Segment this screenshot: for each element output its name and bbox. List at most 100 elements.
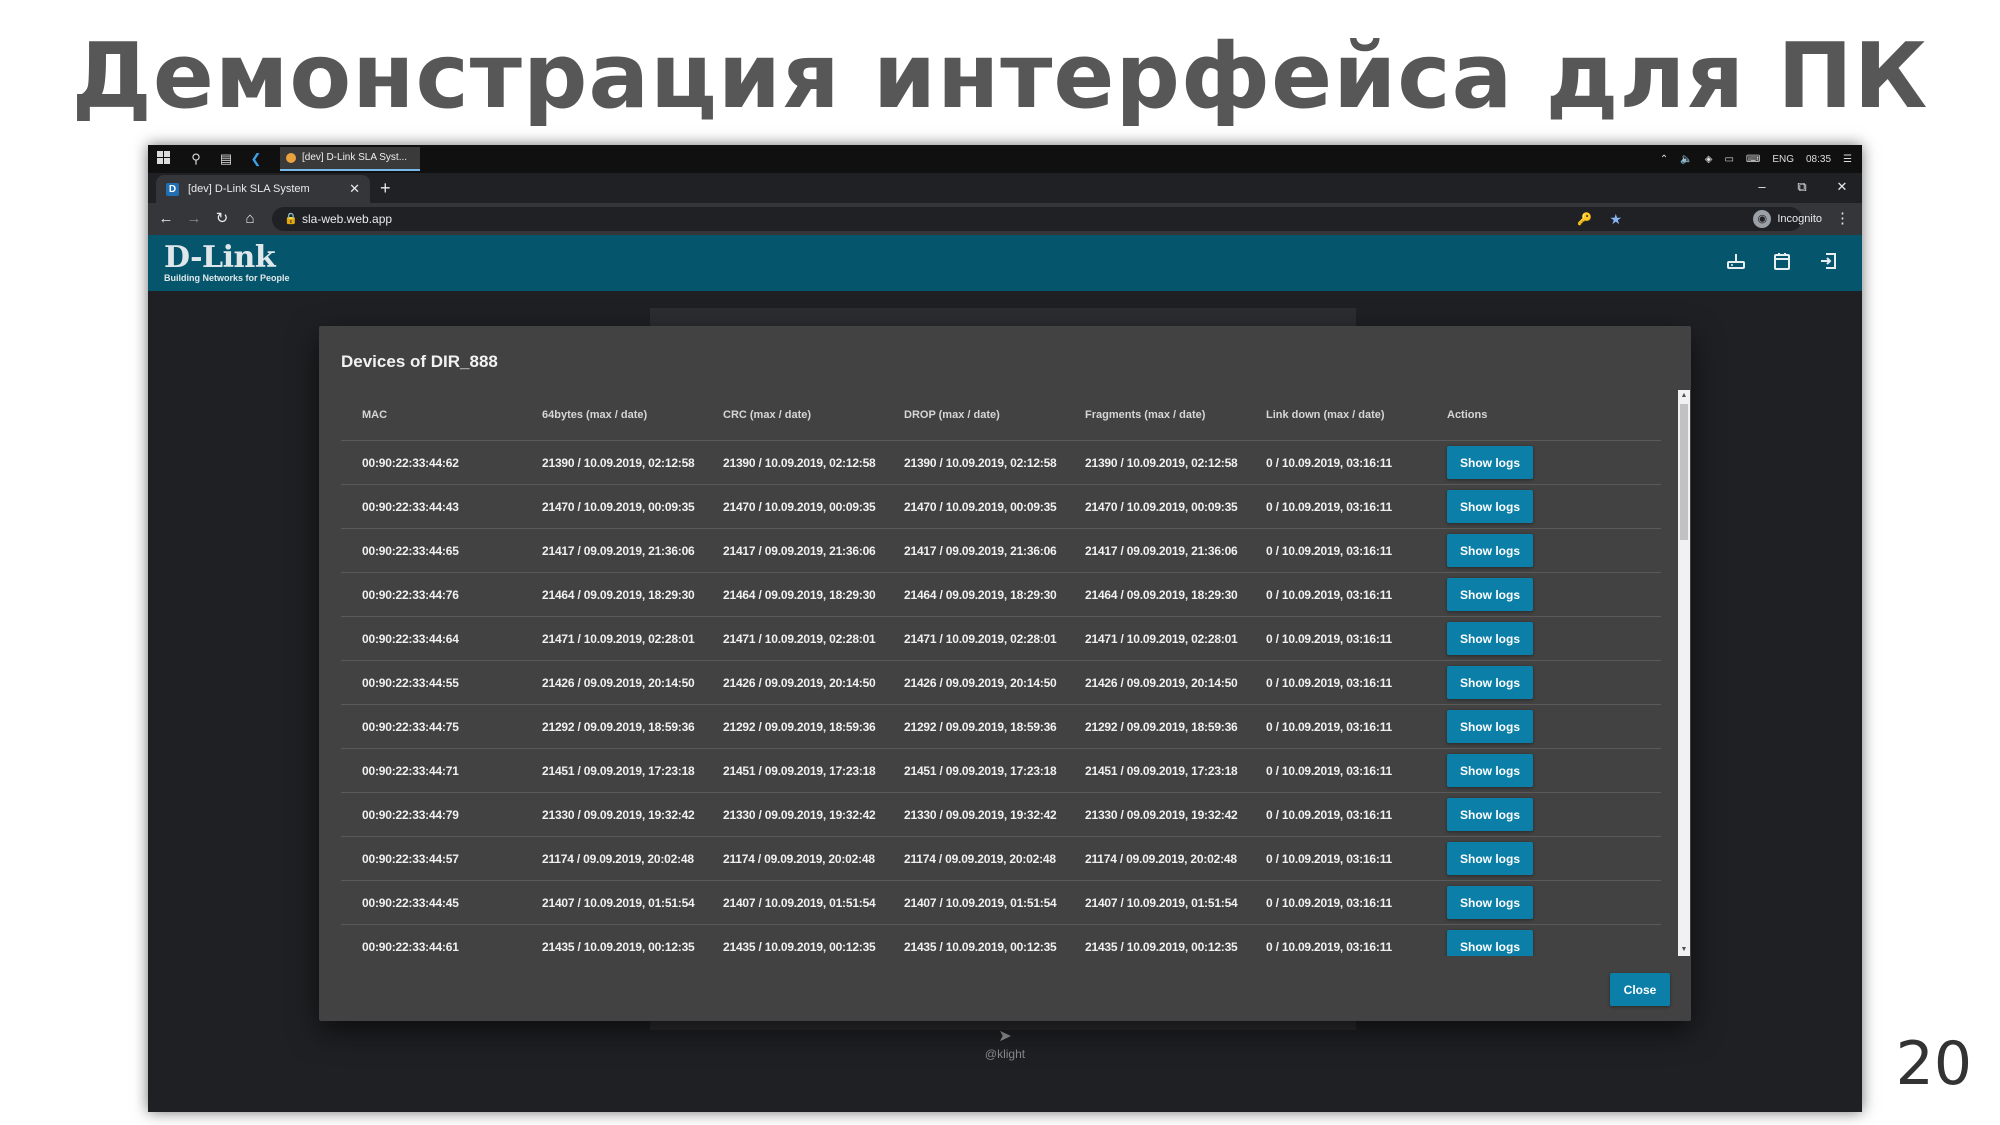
cell-fragments: 21407 / 10.09.2019, 01:51:54 [1064,880,1245,925]
cell-bytes64: 21435 / 10.09.2019, 00:12:35 [521,924,702,956]
search-icon[interactable]: ⚲ [188,151,204,167]
close-button[interactable]: Close [1610,973,1670,1006]
close-tab-icon[interactable]: ✕ [349,175,360,203]
cell-crc: 21464 / 09.09.2019, 18:29:30 [702,572,883,617]
display-icon[interactable]: ▭ [1724,154,1733,165]
footer: ➤ @klight [940,1027,1070,1061]
incognito-label: Incognito [1777,213,1822,225]
show-logs-button[interactable]: Show logs [1447,446,1533,479]
cell-drop: 21407 / 10.09.2019, 01:51:54 [883,880,1064,925]
minimize-icon[interactable]: – [1742,175,1782,199]
devices-table-container: MAC 64bytes (max / date) CRC (max / date… [341,390,1661,956]
cell-drop: 21417 / 09.09.2019, 21:36:06 [883,528,1064,573]
cell-link-down: 0 / 10.09.2019, 03:16:11 [1245,748,1426,793]
key-icon[interactable]: 🔑 [1577,207,1592,231]
show-logs-button[interactable]: Show logs [1447,754,1533,787]
close-window-icon[interactable]: ✕ [1822,175,1862,199]
incognito-indicator[interactable]: ◉ Incognito [1751,207,1822,231]
cell-mac: 00:90:22:33:44:57 [341,836,521,881]
column-header[interactable]: Fragments (max / date) [1064,390,1245,441]
back-icon[interactable]: ← [156,210,176,228]
new-tab-icon[interactable]: + [380,178,391,198]
dlink-logo[interactable]: D-Link Building Networks for People [164,241,290,284]
cell-fragments: 21451 / 09.09.2019, 17:23:18 [1064,748,1245,793]
cell-drop: 21471 / 10.09.2019, 02:28:01 [883,616,1064,661]
cell-fragments: 21426 / 09.09.2019, 20:14:50 [1064,660,1245,705]
cell-fragments: 21435 / 10.09.2019, 00:12:35 [1064,924,1245,956]
cell-crc: 21471 / 10.09.2019, 02:28:01 [702,616,883,661]
column-header[interactable]: CRC (max / date) [702,390,883,441]
volume-icon[interactable]: 🔈 [1680,154,1692,165]
language-indicator[interactable]: ENG [1772,154,1794,165]
windows-taskbar: ⚲ ▤ ❮ [dev] D-Link SLA Syst... ⌃ 🔈 ◈ ▭ ⌨… [148,145,1862,173]
dlink-favicon-icon: D [166,183,179,196]
table-row: 00:90:22:33:44:71 21451 / 09.09.2019, 17:… [341,748,1661,793]
cell-mac: 00:90:22:33:44:71 [341,748,521,793]
home-icon[interactable]: ⌂ [240,210,260,228]
cell-link-down: 0 / 10.09.2019, 03:16:11 [1245,528,1426,573]
network-icon[interactable]: ◈ [1705,154,1713,165]
show-logs-button[interactable]: Show logs [1447,930,1533,956]
cell-fragments: 21174 / 09.09.2019, 20:02:48 [1064,836,1245,881]
column-header[interactable]: Link down (max / date) [1245,390,1426,441]
browser-tab[interactable]: D [dev] D-Link SLA System ✕ [156,175,370,203]
incognito-icon: ◉ [1753,210,1772,228]
footer-handle[interactable]: @klight [940,1047,1070,1061]
router-icon[interactable] [1724,251,1748,275]
column-header[interactable]: MAC [341,390,521,441]
logout-icon[interactable] [1816,251,1840,275]
cell-actions: Show logs [1426,572,1661,617]
calendar-icon[interactable] [1770,251,1794,275]
taskbar-app-chrome[interactable]: [dev] D-Link SLA Syst... [280,147,420,171]
forward-icon[interactable]: → [184,210,204,228]
column-header[interactable]: 64bytes (max / date) [521,390,702,441]
browser-toolbar: ← → ↻ ⌂ 🔒 sla-web.web.app 🔑 ★ ◉ Incognit… [148,203,1862,235]
cell-drop: 21451 / 09.09.2019, 17:23:18 [883,748,1064,793]
cell-fragments: 21470 / 10.09.2019, 00:09:35 [1064,484,1245,529]
show-logs-button[interactable]: Show logs [1447,710,1533,743]
star-icon[interactable]: ★ [1609,207,1622,231]
cell-bytes64: 21390 / 10.09.2019, 02:12:58 [521,440,702,485]
chrome-icon [286,153,296,163]
notification-icon[interactable]: ☰ [1843,154,1852,165]
show-logs-button[interactable]: Show logs [1447,622,1533,655]
task-view-icon[interactable]: ▤ [218,151,234,167]
cell-link-down: 0 / 10.09.2019, 03:16:11 [1245,484,1426,529]
keyboard-icon[interactable]: ⌨ [1746,154,1760,165]
table-row: 00:90:22:33:44:45 21407 / 10.09.2019, 01:… [341,880,1661,925]
browser-tabstrip: D [dev] D-Link SLA System ✕ [148,173,1862,203]
cell-bytes64: 21464 / 09.09.2019, 18:29:30 [521,572,702,617]
show-logs-button[interactable]: Show logs [1447,534,1533,567]
show-logs-button[interactable]: Show logs [1447,490,1533,523]
show-logs-button[interactable]: Show logs [1447,842,1533,875]
cell-crc: 21407 / 10.09.2019, 01:51:54 [702,880,883,925]
table-scrollbar[interactable]: ▲ ▼ [1678,390,1690,956]
table-row: 00:90:22:33:44:79 21330 / 09.09.2019, 19:… [341,792,1661,837]
app-header: D-Link Building Networks for People [148,235,1862,291]
cell-fragments: 21390 / 10.09.2019, 02:12:58 [1064,440,1245,485]
restore-icon[interactable]: ⧉ [1782,175,1822,199]
cell-actions: Show logs [1426,660,1661,705]
column-header[interactable]: DROP (max / date) [883,390,1064,441]
address-bar[interactable]: 🔒 sla-web.web.app 🔑 ★ [272,207,1802,231]
show-logs-button[interactable]: Show logs [1447,798,1533,831]
scroll-down-icon[interactable]: ▼ [1678,944,1690,956]
cell-actions: Show logs [1426,748,1661,793]
chevron-up-icon[interactable]: ⌃ [1660,154,1668,165]
more-menu-icon[interactable]: ⋮ [1835,210,1850,228]
cell-actions: Show logs [1426,836,1661,881]
scrollbar-thumb[interactable] [1680,404,1688,540]
cell-mac: 00:90:22:33:44:64 [341,616,521,661]
url-text[interactable]: sla-web.web.app [302,207,392,231]
reload-icon[interactable]: ↻ [212,210,232,228]
show-logs-button[interactable]: Show logs [1447,666,1533,699]
cell-fragments: 21292 / 09.09.2019, 18:59:36 [1064,704,1245,749]
windows-start-icon[interactable] [156,151,172,167]
show-logs-button[interactable]: Show logs [1447,578,1533,611]
vscode-icon[interactable]: ❮ [248,151,264,167]
show-logs-button[interactable]: Show logs [1447,886,1533,919]
slide-number: 20 [1895,1029,1972,1099]
clock[interactable]: 08:35 [1806,154,1831,165]
scroll-up-icon[interactable]: ▲ [1678,390,1690,402]
telegram-icon[interactable]: ➤ [940,1027,1070,1047]
